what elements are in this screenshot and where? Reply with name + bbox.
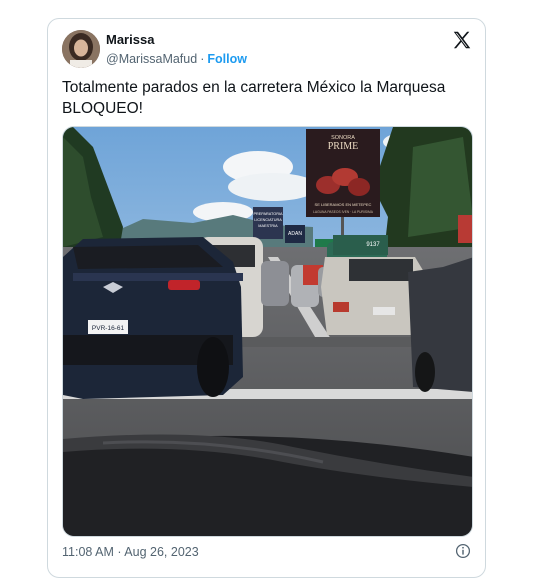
license-plate: PVR-16-61: [92, 325, 125, 332]
billboard-title: PRIME: [328, 141, 359, 152]
bus-number: 9137: [366, 242, 380, 248]
tweet-photo[interactable]: SONORA PRIME SE LIBERAMOS EN METEPEC LAG…: [62, 126, 473, 537]
separator-dot: ·: [200, 52, 205, 66]
billboard-sub: LAGUNA PASEOS IVEN · LA PURISIMA: [313, 210, 374, 214]
sign-adan: ADAN: [288, 231, 302, 237]
sign-left-3: MAESTRIA: [258, 224, 278, 228]
author-name[interactable]: Marissa: [106, 32, 154, 47]
sign-left-2: LICENCIATURA: [254, 218, 282, 222]
tweet-text: Totalmente parados en la carretera Méxic…: [62, 79, 446, 117]
follow-button[interactable]: Follow: [207, 52, 247, 66]
traffic-photo: SONORA PRIME SE LIBERAMOS EN METEPEC LAG…: [63, 127, 472, 536]
tweet-card: Marissa @MarissaMafud · Follow Totalmente …: [47, 18, 486, 578]
avatar-image: [62, 30, 100, 68]
sign-left-1: PREPARATORIA: [253, 212, 283, 216]
author-handle-row: @MarissaMafud · Follow: [106, 52, 247, 66]
info-icon[interactable]: [455, 543, 471, 559]
billboard-tagline: SE LIBERAMOS EN METEPEC: [315, 202, 372, 207]
author-handle[interactable]: @MarissaMafud: [106, 52, 197, 66]
avatar[interactable]: [62, 30, 100, 68]
x-logo-icon[interactable]: [451, 29, 473, 51]
tweet-timestamp[interactable]: 11:08 AM · Aug 26, 2023: [62, 545, 199, 559]
